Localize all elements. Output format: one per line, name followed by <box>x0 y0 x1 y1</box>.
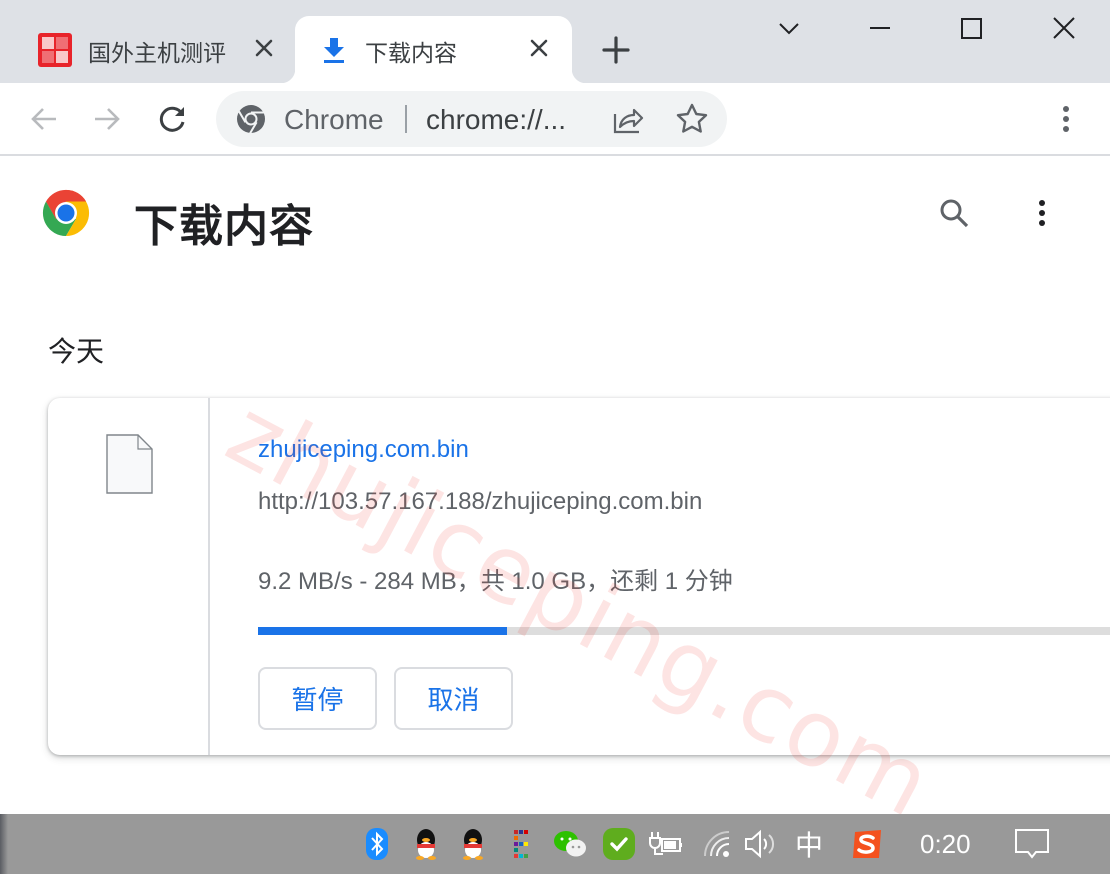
downloads-menu-button[interactable] <box>1022 193 1062 233</box>
forward-button[interactable] <box>89 101 125 137</box>
download-progress-bar <box>258 627 1110 635</box>
qq-icon[interactable] <box>410 826 442 862</box>
qq-icon[interactable] <box>457 826 489 862</box>
more-vert-icon <box>1063 106 1069 132</box>
browser-menu-button[interactable] <box>1048 101 1084 137</box>
app-grid-icon[interactable] <box>510 826 534 862</box>
browser-toolbar: Chrome chrome://... <box>0 83 1110 156</box>
download-status: 9.2 MB/s - 284 MB，共 1.0 GB，还剩 1 分钟 <box>258 568 733 595</box>
volume-icon[interactable] <box>744 826 778 862</box>
tab-search-button[interactable] <box>766 8 812 48</box>
taskbar-clock[interactable]: 0:20 <box>920 829 971 860</box>
chrome-icon <box>237 105 265 134</box>
omnibox-chip: Chrome <box>284 104 384 135</box>
omnibox-url[interactable]: chrome://... <box>426 104 566 136</box>
tab-close-button[interactable] <box>527 36 551 60</box>
bluetooth-icon[interactable] <box>364 826 390 862</box>
file-name-link[interactable]: zhujiceping.com.bin <box>258 436 469 464</box>
search-icon <box>940 199 969 228</box>
bookmark-button[interactable] <box>674 101 710 137</box>
power-battery-icon[interactable] <box>648 826 684 862</box>
action-center-icon[interactable] <box>1012 826 1052 862</box>
omnibox[interactable]: Chrome chrome://... <box>216 91 727 147</box>
pause-button[interactable]: 暂停 <box>258 667 377 730</box>
arrow-right-icon <box>95 108 120 130</box>
tab-strip: 国外主机测评 下载内容 <box>0 0 1110 83</box>
chrome-logo-icon <box>42 189 90 237</box>
page-title: 下载内容 <box>134 202 314 251</box>
tab-site[interactable]: 国外主机测评 <box>22 16 292 83</box>
file-source-url: http://103.57.167.188/zhujiceping.com.bi… <box>258 488 703 515</box>
share-button[interactable] <box>610 101 646 137</box>
tab-close-button[interactable] <box>252 36 276 60</box>
site-favicon-icon <box>38 33 72 67</box>
security-check-icon[interactable] <box>602 826 636 862</box>
close-icon <box>530 39 548 57</box>
star-icon <box>676 103 708 133</box>
reload-button[interactable] <box>155 101 191 137</box>
file-icon <box>106 434 153 494</box>
reload-icon <box>159 106 185 132</box>
maximize-icon <box>961 18 982 39</box>
maximize-button[interactable] <box>948 8 994 48</box>
wechat-icon[interactable] <box>552 826 588 862</box>
close-window-button[interactable] <box>1041 8 1087 48</box>
chevron-down-icon <box>779 23 799 35</box>
share-icon <box>613 108 644 134</box>
arrow-left-icon <box>31 108 56 130</box>
back-button[interactable] <box>26 101 62 137</box>
plus-icon <box>602 36 630 64</box>
omnibox-separator <box>405 105 407 133</box>
close-icon <box>255 39 273 57</box>
ime-indicator[interactable]: 中 <box>792 826 826 862</box>
download-icon <box>324 38 344 63</box>
date-section-label: 今天 <box>48 336 105 367</box>
taskbar: 中 0:20 <box>0 814 1110 874</box>
download-item-card: zhujiceping.com.bin http://103.57.167.18… <box>48 398 1110 755</box>
new-tab-button[interactable] <box>596 32 636 68</box>
card-divider <box>208 398 210 755</box>
more-vert-icon <box>1039 200 1045 226</box>
cancel-button[interactable]: 取消 <box>394 667 513 730</box>
tab-downloads[interactable]: 下载内容 <box>281 16 586 83</box>
close-icon <box>1053 17 1075 39</box>
tab-title: 下载内容 <box>365 40 457 66</box>
download-progress-fill <box>258 627 508 635</box>
wifi-icon[interactable] <box>702 826 734 862</box>
tab-title: 国外主机测评 <box>88 40 226 66</box>
sogou-icon[interactable] <box>850 826 884 862</box>
search-downloads-button[interactable] <box>934 193 974 233</box>
minimize-icon <box>870 27 890 29</box>
minimize-button[interactable] <box>857 8 903 48</box>
